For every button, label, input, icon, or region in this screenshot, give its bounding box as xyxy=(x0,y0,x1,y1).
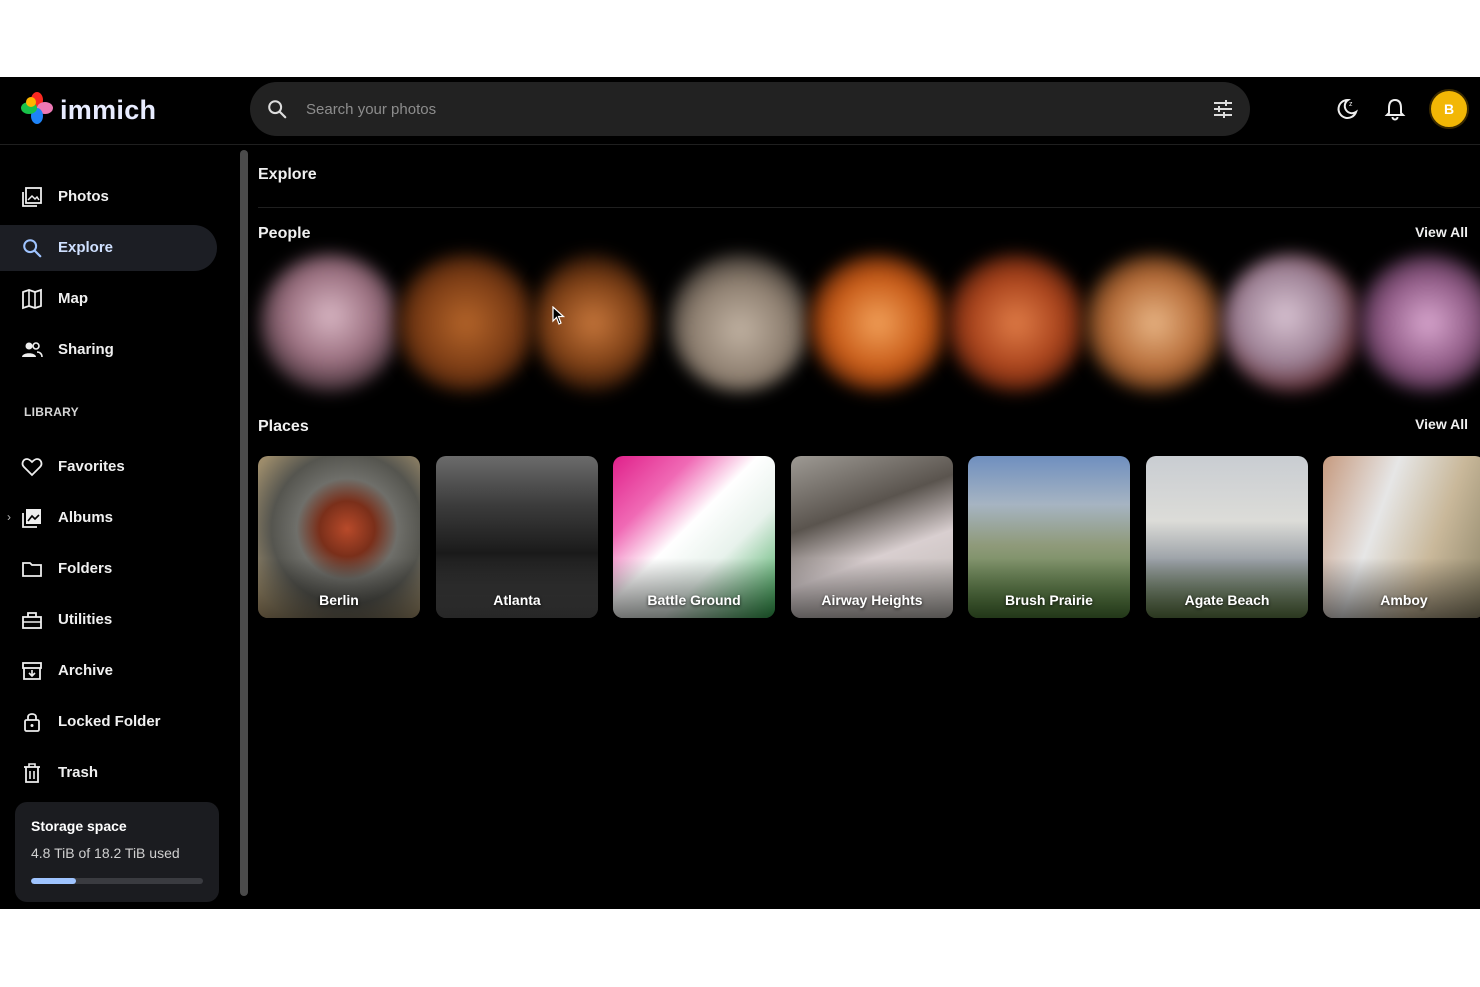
sidebar-item-label: Locked Folder xyxy=(58,713,161,730)
sidebar-scrollbar[interactable] xyxy=(240,150,248,896)
storage-progress-fill xyxy=(31,878,77,884)
library-heading: LIBRARY xyxy=(24,405,79,419)
sidebar-item-trash[interactable]: Trash xyxy=(0,750,217,796)
sidebar-item-archive[interactable]: Archive xyxy=(0,648,217,694)
place-label: Atlanta xyxy=(493,592,541,608)
sidebar-item-label: Trash xyxy=(58,764,99,781)
albums-icon xyxy=(21,507,43,529)
place-card-brush-prairie[interactable]: Brush Prairie xyxy=(968,456,1130,618)
places-view-all-link[interactable]: View All xyxy=(1415,416,1468,432)
mouse-cursor-icon xyxy=(552,305,566,331)
search-icon[interactable] xyxy=(266,98,288,125)
place-card-amboy[interactable]: Amboy xyxy=(1323,456,1480,618)
storage-panel: Storage space 4.8 TiB of 18.2 TiB used xyxy=(15,802,219,902)
person-thumbnail[interactable] xyxy=(1084,254,1224,392)
app-name: immich xyxy=(60,95,157,125)
place-label: Amboy xyxy=(1380,592,1428,608)
sidebar-item-label: Map xyxy=(58,290,88,307)
main-content: Explore People View All Places View All … xyxy=(258,146,1480,909)
sidebar-item-label: Sharing xyxy=(58,341,114,358)
toolbox-icon xyxy=(21,609,43,631)
person-thumbnail[interactable] xyxy=(670,254,810,392)
person-thumbnail[interactable] xyxy=(946,254,1086,392)
sidebar-item-label: Albums xyxy=(58,509,114,526)
place-label: Agate Beach xyxy=(1184,592,1270,608)
place-card-battle-ground[interactable]: Battle Ground xyxy=(613,456,775,618)
trash-icon xyxy=(21,762,43,784)
search-icon xyxy=(21,237,43,259)
folder-icon xyxy=(21,558,43,580)
page-title: Explore xyxy=(258,166,317,183)
sidebar-item-photos[interactable]: Photos xyxy=(0,174,217,220)
sidebar-item-label: Favorites xyxy=(58,458,125,475)
place-label: Brush Prairie xyxy=(1005,592,1093,608)
immich-pinwheel-icon xyxy=(20,91,54,130)
search-bar[interactable] xyxy=(250,82,1250,136)
sidebar-item-map[interactable]: Map xyxy=(0,276,217,322)
svg-text:z: z xyxy=(1349,101,1353,108)
search-input[interactable] xyxy=(306,95,1166,123)
heart-icon xyxy=(21,456,43,478)
sidebar-item-folders[interactable]: Folders xyxy=(0,546,217,592)
place-card-atlanta[interactable]: Atlanta xyxy=(436,456,598,618)
sharing-icon xyxy=(21,339,43,361)
person-thumbnail[interactable] xyxy=(808,254,948,392)
sidebar-item-label: Explore xyxy=(58,239,114,256)
sidebar-item-locked-folder[interactable]: Locked Folder xyxy=(0,699,217,745)
storage-progress-bar xyxy=(31,878,203,884)
people-view-all-link[interactable]: View All xyxy=(1415,224,1468,240)
sidebar: Photos Explore Map Sharing LIBRARY Favor… xyxy=(0,146,240,909)
place-label: Battle Ground xyxy=(647,592,741,608)
place-label: Berlin xyxy=(319,592,359,608)
user-avatar[interactable]: B xyxy=(1429,89,1469,129)
tune-icon[interactable] xyxy=(1212,99,1234,124)
sidebar-item-explore[interactable]: Explore xyxy=(0,225,217,271)
theme-toggle-icon[interactable]: z xyxy=(1336,97,1358,126)
storage-used-text: 4.8 TiB of 18.2 TiB used xyxy=(31,845,180,861)
person-thumbnail[interactable] xyxy=(533,254,653,392)
immich-app: immich z B xyxy=(0,77,1480,909)
app-logo[interactable]: immich xyxy=(20,91,156,130)
person-thumbnail[interactable] xyxy=(396,254,536,392)
sidebar-item-sharing[interactable]: Sharing xyxy=(0,327,217,373)
place-card-airway-heights[interactable]: Airway Heights xyxy=(791,456,953,618)
sidebar-item-favorites[interactable]: Favorites xyxy=(0,444,217,490)
storage-title: Storage space xyxy=(31,818,127,834)
place-card-agate-beach[interactable]: Agate Beach xyxy=(1146,456,1308,618)
sidebar-item-utilities[interactable]: Utilities xyxy=(0,597,217,643)
people-section-title: People xyxy=(258,225,311,242)
person-thumbnail[interactable] xyxy=(260,254,400,392)
person-thumbnail[interactable] xyxy=(1358,254,1480,392)
sidebar-item-label: Folders xyxy=(58,560,113,577)
notification-bell-icon[interactable] xyxy=(1384,97,1406,126)
map-icon xyxy=(21,288,43,310)
sidebar-item-label: Utilities xyxy=(58,611,113,628)
person-thumbnail[interactable] xyxy=(1222,254,1362,392)
lock-icon xyxy=(21,711,43,733)
top-bar: immich z B xyxy=(0,77,1480,145)
sidebar-item-label: Archive xyxy=(58,662,114,679)
archive-icon xyxy=(21,660,43,682)
place-label: Airway Heights xyxy=(821,592,923,608)
chevron-right-icon[interactable]: › xyxy=(7,510,11,524)
header-divider xyxy=(258,207,1480,208)
sidebar-item-albums[interactable]: › Albums xyxy=(0,495,217,541)
sidebar-item-label: Photos xyxy=(58,188,109,205)
places-section-title: Places xyxy=(258,418,309,435)
place-card-berlin[interactable]: Berlin xyxy=(258,456,420,618)
photos-icon xyxy=(21,186,43,208)
